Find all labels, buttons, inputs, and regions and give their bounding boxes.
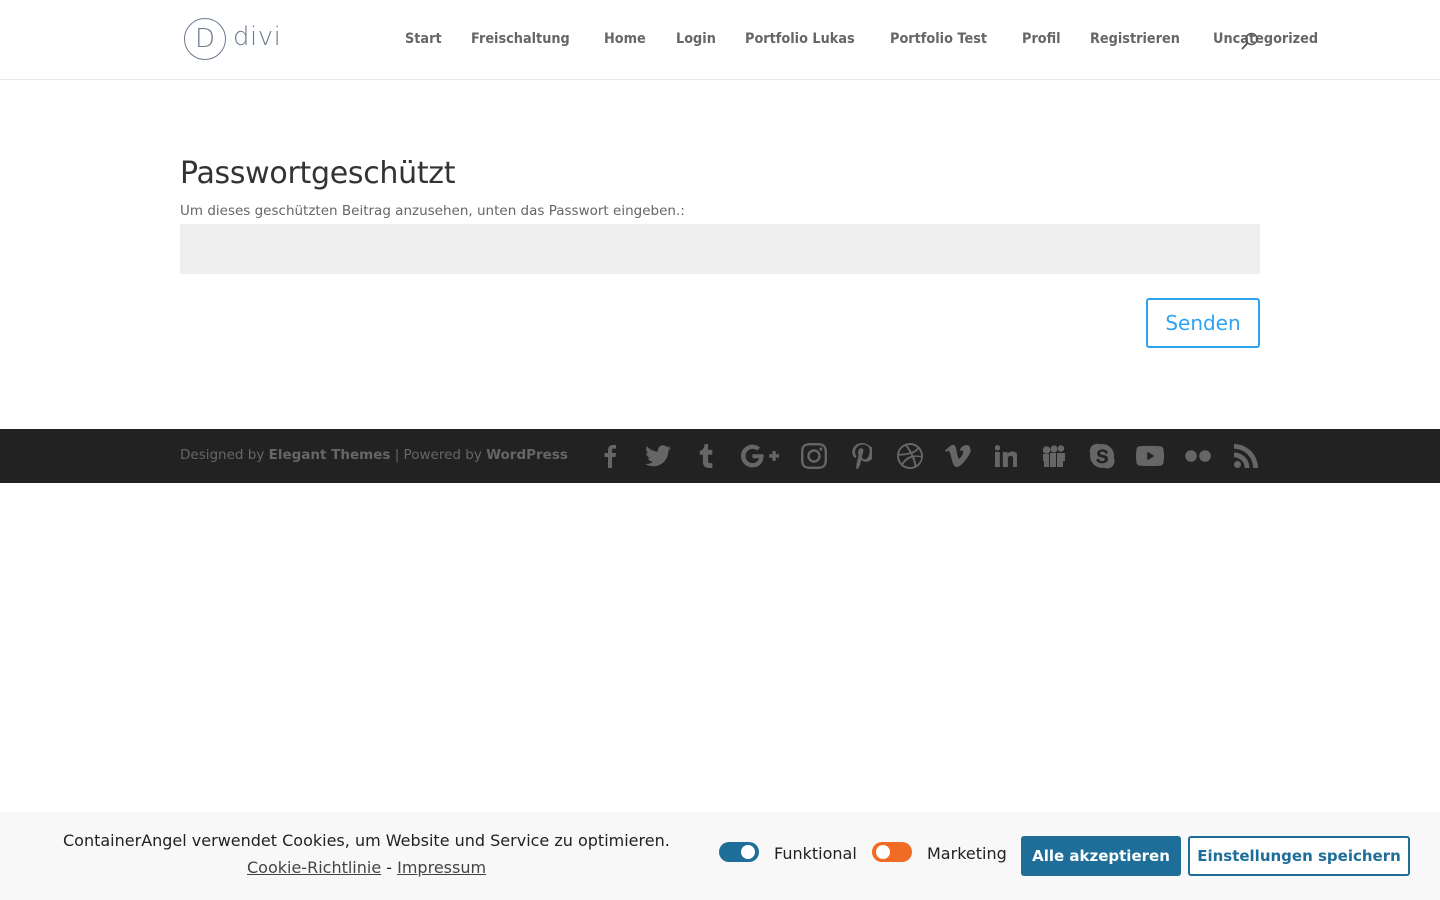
save-settings-button[interactable]: Einstellungen speichern: [1188, 836, 1410, 876]
credits-elegant-link[interactable]: Elegant Themes: [269, 447, 391, 463]
footer-credits: Designed by Elegant Themes | Powered by …: [180, 447, 568, 463]
cookie-policy-link[interactable]: Cookie-Richtlinie: [247, 858, 381, 877]
linkedin-icon[interactable]: [992, 442, 1020, 470]
site-footer: Designed by Elegant Themes | Powered by …: [0, 429, 1440, 483]
myspace-icon[interactable]: [1040, 442, 1068, 470]
nav-item-uncategorized[interactable]: Uncategorized: [1213, 31, 1318, 47]
vimeo-icon[interactable]: [944, 442, 972, 470]
pinterest-icon[interactable]: [848, 442, 876, 470]
cookie-links-separator: -: [381, 858, 398, 877]
nav-item-portfolio-lukas[interactable]: Portfolio Lukas: [745, 31, 855, 47]
nav-item-home[interactable]: Home: [604, 31, 646, 47]
functional-toggle[interactable]: [719, 842, 759, 862]
site-logo[interactable]: D divi: [184, 18, 284, 64]
page-title: Passwortgeschützt: [180, 156, 456, 191]
cookie-links: Cookie-Richtlinie - Impressum: [247, 858, 486, 877]
social-icons: [576, 442, 1260, 470]
youtube-icon[interactable]: [1136, 442, 1164, 470]
credits-separator: | Powered by: [394, 447, 482, 463]
nav-item-login[interactable]: Login: [676, 31, 716, 47]
main-nav: Start Freischaltung Home Login Portfolio…: [405, 31, 1354, 47]
search-icon[interactable]: [1241, 32, 1259, 50]
submit-button[interactable]: Senden: [1146, 298, 1260, 348]
logo-text: divi: [233, 22, 282, 52]
password-instructions: Um dieses geschützten Beitrag anzusehen,…: [180, 203, 685, 219]
nav-item-profil[interactable]: Profil: [1022, 31, 1061, 47]
nav-item-registrieren[interactable]: Registrieren: [1090, 31, 1180, 47]
facebook-icon[interactable]: [596, 442, 624, 470]
rss-icon[interactable]: [1232, 442, 1260, 470]
dribbble-icon[interactable]: [896, 442, 924, 470]
credits-wordpress-link[interactable]: WordPress: [486, 447, 568, 463]
toggle-knob: [741, 845, 755, 859]
toggle-knob: [876, 845, 890, 859]
nav-item-start[interactable]: Start: [405, 31, 442, 47]
skype-icon[interactable]: [1088, 442, 1116, 470]
cookie-message: ContainerAngel verwendet Cookies, um Web…: [63, 831, 670, 850]
tumblr-icon[interactable]: [692, 442, 720, 470]
marketing-toggle[interactable]: [872, 842, 912, 862]
logo-circle-icon: D: [184, 18, 226, 60]
instagram-icon[interactable]: [800, 442, 828, 470]
flickr-icon[interactable]: [1184, 442, 1212, 470]
password-input[interactable]: [180, 224, 1260, 274]
google-plus-icon[interactable]: [740, 442, 780, 470]
twitter-icon[interactable]: [644, 442, 672, 470]
imprint-link[interactable]: Impressum: [397, 858, 486, 877]
marketing-toggle-label: Marketing: [927, 844, 1007, 863]
functional-toggle-label: Funktional: [774, 844, 857, 863]
nav-item-portfolio-test[interactable]: Portfolio Test: [890, 31, 987, 47]
nav-item-freischaltung[interactable]: Freischaltung: [471, 31, 570, 47]
accept-all-button[interactable]: Alle akzeptieren: [1021, 836, 1181, 876]
credits-designed-by: Designed by: [180, 447, 265, 463]
password-form: Passwortgeschützt Um dieses geschützten …: [180, 156, 1260, 348]
site-header: D divi Start Freischaltung Home Login Po…: [0, 0, 1440, 80]
cookie-banner: ContainerAngel verwendet Cookies, um Web…: [0, 812, 1440, 900]
